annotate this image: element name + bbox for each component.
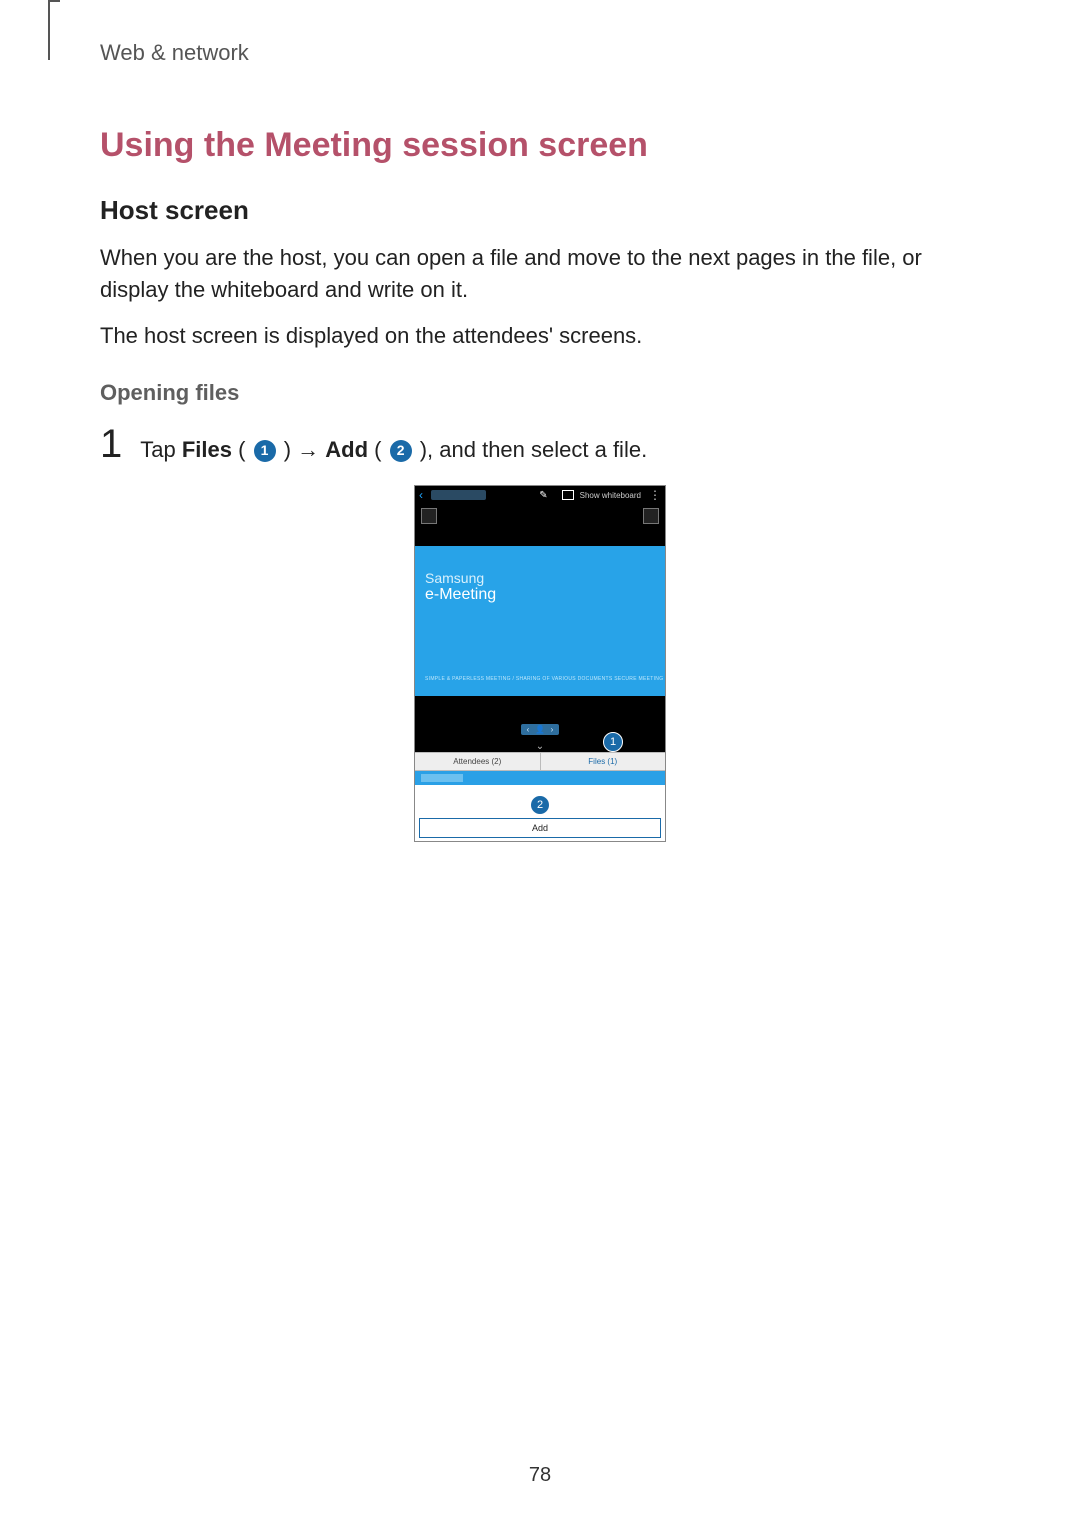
- screenshot-tabs: Attendees (2) Files (1): [415, 752, 665, 771]
- pager-current-icon: 👤: [535, 725, 545, 734]
- pager-prev-icon: ‹: [523, 725, 533, 734]
- screenshot-panel: 2 Add: [415, 785, 665, 841]
- slide-line1: Samsung: [425, 570, 655, 586]
- callout-1-icon: 1: [603, 732, 623, 752]
- pager: ‹ 👤 ›: [521, 724, 559, 735]
- callout-2-icon: 2: [530, 795, 550, 815]
- screenshot-midbar: ‹ 👤 › ⌄ 1: [415, 696, 665, 752]
- slide-tiny: SIMPLE & PAPERLESS MEETING / SHARING OF …: [425, 677, 663, 683]
- embedded-screenshot: ‹ ✎ Show whiteboard ⋮ Samsung e-Meeting …: [414, 485, 666, 842]
- step-text: Tap Files ( 1 ) → Add ( 2 ), and then se…: [140, 435, 647, 466]
- bluebar-strip: [421, 774, 463, 782]
- add-button: Add: [419, 818, 661, 838]
- callout-1-icon: 1: [254, 440, 276, 462]
- section-heading: Using the Meeting session screen: [100, 126, 980, 165]
- t: (: [238, 437, 251, 462]
- whiteboard-icon: [562, 490, 574, 500]
- minor-heading: Opening files: [100, 380, 980, 406]
- screenshot-bluebar: [415, 771, 665, 785]
- body-paragraph: When you are the host, you can open a fi…: [100, 242, 980, 306]
- t: ) →: [284, 437, 326, 462]
- tab-attendees: Attendees (2): [415, 753, 540, 770]
- corner-rule: [48, 0, 50, 60]
- t-bold: Files: [182, 437, 232, 462]
- t: ), and then select a file.: [420, 437, 647, 462]
- pager-next-icon: ›: [547, 725, 557, 734]
- screenshot-topbar: ‹ ✎ Show whiteboard ⋮: [415, 486, 665, 504]
- body-paragraph: The host screen is displayed on the atte…: [100, 320, 980, 352]
- breadcrumb: Web & network: [100, 40, 980, 66]
- tab-files: Files (1): [541, 753, 666, 770]
- screenshot-slide: Samsung e-Meeting SIMPLE & PAPERLESS MEE…: [415, 546, 665, 696]
- t-bold: Add: [325, 437, 368, 462]
- t: Tap: [140, 437, 182, 462]
- screenshot-thumbrow: [415, 504, 665, 546]
- step-1: 1 Tap Files ( 1 ) → Add ( 2 ), and then …: [100, 424, 980, 466]
- back-icon: ‹: [419, 488, 423, 502]
- thumbnail-icon: [643, 508, 659, 524]
- thumbnail-icon: [421, 508, 437, 524]
- subsection-heading: Host screen: [100, 195, 980, 226]
- t: (: [374, 437, 387, 462]
- step-number: 1: [100, 424, 122, 464]
- page-number: 78: [0, 1464, 1080, 1487]
- title-blur: [431, 490, 486, 500]
- slide-line2: e-Meeting: [425, 586, 655, 604]
- pen-icon: ✎: [539, 490, 547, 501]
- callout-2-icon: 2: [390, 440, 412, 462]
- show-whiteboard-label: Show whiteboard: [580, 491, 641, 500]
- overflow-menu-icon: ⋮: [649, 488, 661, 502]
- chevron-down-icon: ⌄: [536, 741, 544, 752]
